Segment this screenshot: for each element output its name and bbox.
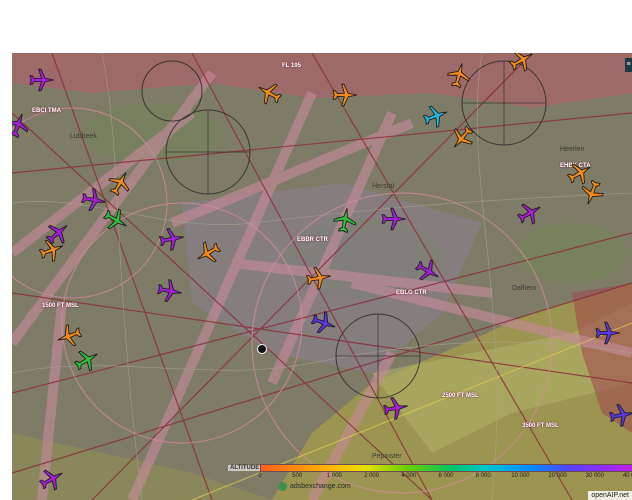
legend-tick-label: 1 000 — [326, 473, 342, 479]
legend-tick-label: 2 000 — [364, 473, 380, 479]
aircraft-icon[interactable] — [330, 205, 360, 235]
legend-tick-label: 6 000 — [438, 473, 454, 479]
adsb-credit-text: adsbexchange.com — [290, 483, 351, 490]
aircraft-icon[interactable] — [381, 393, 411, 423]
adsb-logo-icon — [278, 482, 287, 491]
legend-tick-label: 8 000 — [475, 473, 491, 479]
aircraft-icon[interactable] — [595, 320, 621, 346]
airspace-map[interactable]: Lubbeek Heerlen Herstal Dalhem Pepinster… — [12, 53, 632, 500]
legend-tick-label: 30 000 — [585, 473, 604, 479]
aircraft-icon[interactable] — [155, 276, 185, 306]
altitude-color-bar — [260, 464, 632, 472]
legend-tick-label: 4 000 — [401, 473, 417, 479]
aircraft-icon[interactable] — [332, 82, 358, 108]
location-marker[interactable] — [257, 344, 267, 354]
legend-tick-label: 40 000 — [622, 473, 632, 479]
aircraft-icon[interactable] — [157, 224, 187, 254]
aircraft-icon[interactable] — [607, 400, 632, 430]
legend-tick-label: 0 — [258, 473, 262, 479]
aircraft-icon[interactable] — [29, 67, 55, 93]
aircraft-icon[interactable] — [381, 206, 407, 232]
layers-toggle-button[interactable]: ≡ — [625, 58, 632, 72]
openaip-credit[interactable]: openAIP.net — [588, 491, 632, 500]
adsb-credit[interactable]: adsbexchange.com — [278, 482, 351, 491]
legend-tick-label: 20 000 — [548, 473, 567, 479]
aircraft-icon[interactable] — [304, 263, 334, 293]
legend-tick-label: 500 — [292, 473, 303, 479]
legend-tick-label: 10 000 — [511, 473, 530, 479]
